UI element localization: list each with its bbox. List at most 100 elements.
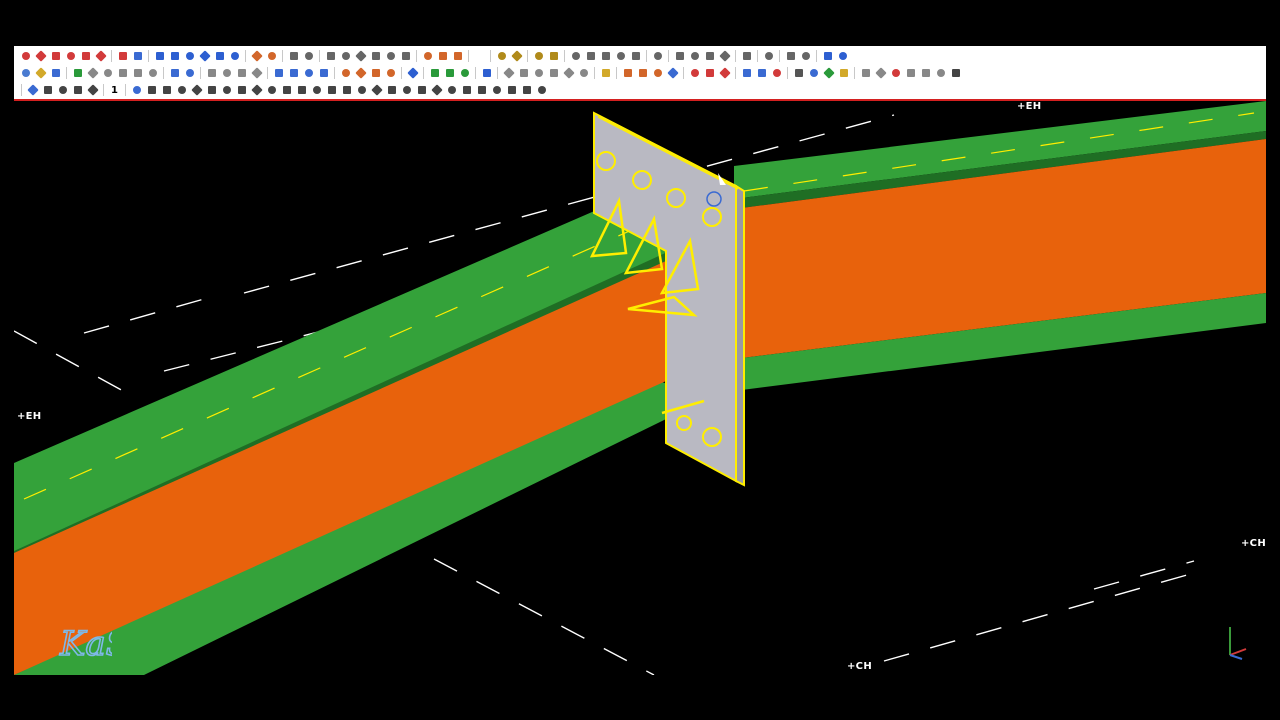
snap-perp-icon[interactable] xyxy=(562,67,575,79)
cube-wire-icon[interactable] xyxy=(117,67,129,79)
polybeam-icon[interactable] xyxy=(229,50,241,62)
component-icon[interactable] xyxy=(762,50,775,62)
measure-icon[interactable] xyxy=(741,50,753,62)
view-grid-7-icon[interactable] xyxy=(341,84,353,96)
symbol-icon[interactable] xyxy=(718,50,731,62)
pin-icon[interactable] xyxy=(860,67,872,79)
copy-icon[interactable] xyxy=(206,67,218,79)
check-draw-icon[interactable] xyxy=(50,50,62,62)
view-plan-icon[interactable] xyxy=(130,84,143,96)
snap-near-icon[interactable] xyxy=(533,67,545,79)
3d-model-scene[interactable] xyxy=(14,101,1266,675)
select-assembly-icon[interactable] xyxy=(302,67,315,79)
close-box-icon[interactable] xyxy=(950,67,962,79)
paste-icon[interactable] xyxy=(221,67,233,79)
view-right-icon[interactable] xyxy=(190,84,203,96)
view-grid-2-icon[interactable] xyxy=(266,84,278,96)
catalog-icon[interactable] xyxy=(666,67,679,79)
organizer-icon[interactable] xyxy=(689,67,701,79)
arrow-left-icon[interactable] xyxy=(72,84,84,96)
clash-icon[interactable] xyxy=(458,67,471,79)
new-icon[interactable] xyxy=(20,67,32,79)
bolt[interactable] xyxy=(596,151,616,171)
model-viewport[interactable]: +EH +EH +CH +CH KaS xyxy=(14,101,1266,675)
brace-icon[interactable] xyxy=(184,50,196,62)
save-icon[interactable] xyxy=(50,67,62,79)
template-icon[interactable] xyxy=(637,67,649,79)
surface-edge-icon[interactable] xyxy=(548,50,560,62)
select-component-icon[interactable] xyxy=(318,67,330,79)
view-list-icon[interactable] xyxy=(756,67,768,79)
view-grid-18-icon[interactable] xyxy=(506,84,518,96)
beam-icon[interactable] xyxy=(169,50,181,62)
distribute-icon[interactable] xyxy=(42,84,54,96)
snap-mid-icon[interactable] xyxy=(518,67,530,79)
rebar-bend-icon[interactable] xyxy=(510,50,523,62)
blank-icon[interactable] xyxy=(474,50,486,62)
weld-icon[interactable] xyxy=(250,50,263,62)
section-icon[interactable] xyxy=(630,50,642,62)
beam-right[interactable] xyxy=(734,101,1266,391)
view-grid-12-icon[interactable] xyxy=(416,84,428,96)
lock-icon[interactable] xyxy=(793,67,805,79)
gear-icon[interactable] xyxy=(800,50,812,62)
tools-icon[interactable] xyxy=(874,67,887,79)
toolbar-number-button[interactable]: 1 xyxy=(109,84,121,96)
bolt[interactable] xyxy=(632,170,652,190)
snap-line-icon[interactable] xyxy=(578,67,590,79)
snap-intersect-icon[interactable] xyxy=(548,67,560,79)
column-icon[interactable] xyxy=(154,50,166,62)
layers-icon[interactable] xyxy=(905,67,917,79)
filter-icon[interactable] xyxy=(340,67,352,79)
view-grid-3-icon[interactable] xyxy=(281,84,293,96)
dimension-icon[interactable] xyxy=(689,50,701,62)
circle-icon[interactable] xyxy=(132,50,144,62)
surface-icon[interactable] xyxy=(533,50,545,62)
fit-icon[interactable] xyxy=(302,50,315,62)
tree-icon[interactable] xyxy=(808,67,820,79)
hole-icon[interactable] xyxy=(452,50,464,62)
ref-model-icon[interactable] xyxy=(652,50,664,62)
view-grid-20-icon[interactable] xyxy=(536,84,548,96)
redo-view-icon[interactable] xyxy=(837,50,849,62)
polygon-cut-icon[interactable] xyxy=(385,50,397,62)
grid-icon[interactable] xyxy=(570,50,582,62)
bolt[interactable] xyxy=(702,207,722,227)
select-all-icon[interactable] xyxy=(273,67,285,79)
bolt-group-icon[interactable] xyxy=(437,50,449,62)
level-icon[interactable] xyxy=(600,50,612,62)
view-back-icon[interactable] xyxy=(161,84,173,96)
arrow-right-icon[interactable] xyxy=(86,84,99,96)
view-iso-icon[interactable] xyxy=(236,84,248,96)
arc-icon[interactable] xyxy=(94,50,107,62)
mark-icon[interactable] xyxy=(674,50,686,62)
zoom-icon[interactable] xyxy=(406,67,419,79)
bolt-icon[interactable] xyxy=(422,50,434,62)
clipboard-icon[interactable] xyxy=(236,67,248,79)
cube-icon[interactable] xyxy=(86,67,99,79)
view-bottom-icon[interactable] xyxy=(221,84,233,96)
view-grid-10-icon[interactable] xyxy=(386,84,398,96)
view-front-icon[interactable] xyxy=(146,84,158,96)
move-icon[interactable] xyxy=(785,50,797,62)
filter-view-icon[interactable] xyxy=(370,67,382,79)
cube-shaded-icon[interactable] xyxy=(102,67,114,79)
tag-icon[interactable] xyxy=(838,67,850,79)
cube-hidden-icon[interactable] xyxy=(132,67,144,79)
polyline-icon[interactable] xyxy=(34,50,47,62)
split-icon[interactable] xyxy=(340,50,352,62)
numbering-icon[interactable] xyxy=(429,67,441,79)
chamfer-icon[interactable] xyxy=(370,50,382,62)
rebar-icon[interactable] xyxy=(496,50,508,62)
part-icon[interactable] xyxy=(325,50,337,62)
tree-expand-icon[interactable] xyxy=(822,67,835,79)
stop-icon[interactable] xyxy=(890,67,902,79)
view-left-icon[interactable] xyxy=(176,84,188,96)
cross-line-icon[interactable] xyxy=(80,50,92,62)
snap-icon[interactable] xyxy=(117,50,129,62)
cut-icon[interactable] xyxy=(288,50,300,62)
view-grid-14-icon[interactable] xyxy=(446,84,458,96)
view-grid-5-icon[interactable] xyxy=(310,84,323,96)
snap-end-icon[interactable] xyxy=(502,67,515,79)
arrow-right-icon[interactable] xyxy=(741,67,753,79)
